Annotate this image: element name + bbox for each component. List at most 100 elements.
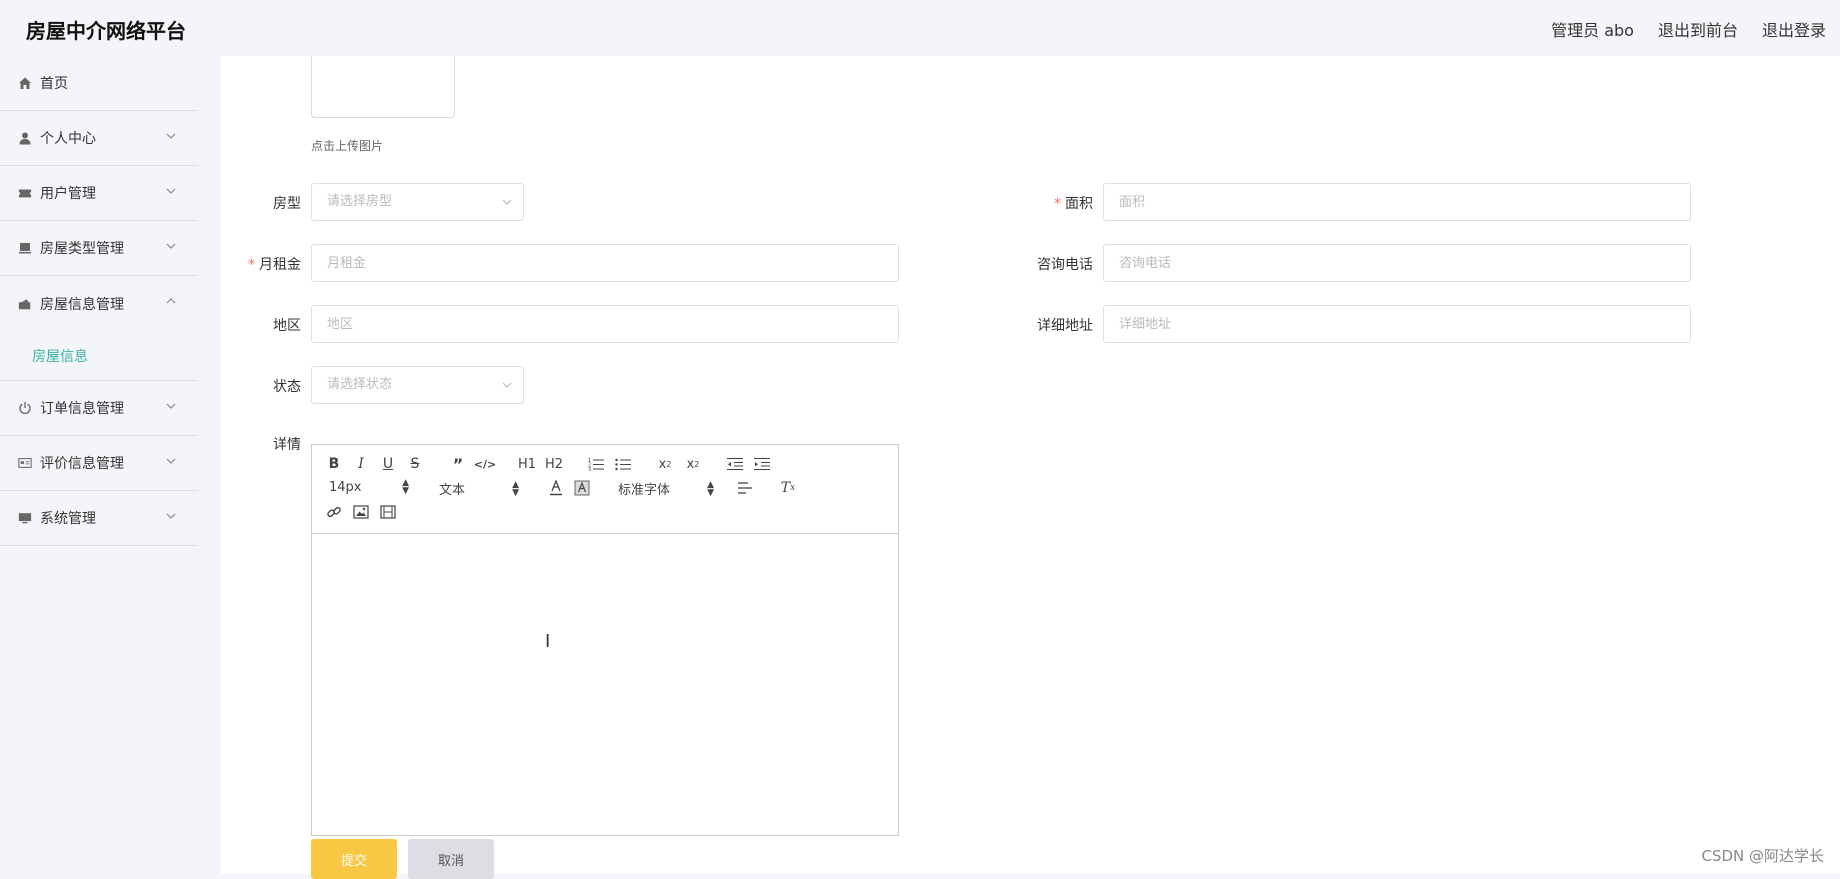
required-mark: * — [248, 257, 255, 273]
chevron-down-icon — [166, 133, 176, 139]
zhuangtai-select[interactable]: 请选择状态 — [311, 366, 524, 404]
video-icon[interactable] — [380, 503, 396, 521]
align-left-icon[interactable] — [737, 479, 753, 497]
header-select-value: 文本 — [439, 483, 466, 498]
huxing-label-text: 房型 — [273, 196, 301, 212]
watermark: CSDN @阿达学长 — [1701, 847, 1824, 865]
svg-text:3: 3 — [588, 467, 591, 471]
diqu-label-text: 地区 — [273, 318, 301, 334]
superscript-icon[interactable]: x2 — [684, 455, 702, 473]
chevron-down-icon — [166, 243, 176, 249]
chevron-down-icon — [166, 458, 176, 464]
huxing-placeholder: 请选择房型 — [327, 194, 393, 209]
sidebar-item-reviews[interactable]: 评价信息管理 — [0, 436, 198, 491]
cancel-button[interactable]: 取消 — [408, 839, 494, 879]
subscript-icon[interactable]: x2 — [656, 455, 674, 473]
font-color-icon[interactable] — [548, 479, 564, 497]
font-size-value: 14px — [329, 479, 362, 495]
mianji-label: * 面积 — [973, 193, 1093, 213]
sidebar-item-orders[interactable]: 订单信息管理 — [0, 381, 198, 436]
dizhi-label-text: 详细地址 — [1037, 318, 1093, 334]
header-select[interactable]: 文本 ▲ ▼ — [439, 479, 519, 498]
sidebar-item-label: 房屋类型管理 — [40, 241, 124, 257]
sidebar-item-label: 评价信息管理 — [40, 456, 124, 472]
code-block-icon[interactable]: </> — [474, 455, 496, 473]
font-size-select[interactable]: 14px ▲ ▼ — [329, 479, 409, 496]
logout-link[interactable]: 退出登录 — [1762, 17, 1826, 41]
sidebar-subitem-house-info[interactable]: 房屋信息 — [0, 331, 198, 381]
exit-to-front-link[interactable]: 退出到前台 — [1658, 17, 1738, 41]
sidebar-item-label: 用户管理 — [40, 186, 96, 202]
chevron-up-icon — [166, 298, 176, 304]
bullet-list-icon[interactable] — [614, 455, 632, 473]
sidebar-item-users[interactable]: 用户管理 — [0, 166, 198, 221]
image-icon[interactable] — [353, 503, 369, 521]
ordered-list-icon[interactable]: 123 — [587, 455, 605, 473]
ticket-icon — [18, 186, 32, 200]
underline-icon[interactable]: U — [380, 455, 396, 473]
editor-content[interactable]: Ι — [312, 534, 898, 835]
chevron-down-icon — [502, 382, 512, 388]
diqu-input[interactable] — [311, 305, 899, 343]
mianji-input[interactable] — [1103, 183, 1691, 221]
updown-icon: ▲ ▼ — [512, 479, 519, 498]
desktop-icon — [18, 511, 32, 525]
wallet-icon — [18, 297, 32, 311]
editor-toolbar: B I U S ” </> H1 H2 123 x2 x2 14px ▲ ▼ 文… — [312, 445, 898, 534]
italic-icon[interactable]: I — [354, 455, 368, 473]
app-title: 房屋中介网络平台 — [26, 19, 186, 43]
clear-format-icon[interactable]: Tx — [779, 479, 797, 497]
huxing-label: 房型 — [181, 193, 301, 213]
sidebar-item-house-type[interactable]: 房屋类型管理 — [0, 221, 198, 276]
chevron-down-icon — [166, 403, 176, 409]
zhuangtai-label: 状态 — [181, 376, 301, 396]
yuezujin-label-text: 月租金 — [259, 257, 301, 273]
yuezujin-label: * 月租金 — [181, 254, 301, 274]
font-family-value: 标准字体 — [618, 483, 671, 498]
yuezujin-input[interactable] — [311, 244, 899, 282]
h2-icon[interactable]: H2 — [545, 455, 563, 473]
outdent-icon[interactable] — [726, 455, 744, 473]
strike-icon[interactable]: S — [407, 455, 423, 473]
sidebar-item-label: 系统管理 — [40, 511, 96, 527]
chevron-down-icon — [166, 188, 176, 194]
text-cursor-icon: Ι — [545, 631, 551, 652]
top-links: 管理员 abo 退出到前台 退出登录 — [1551, 17, 1826, 41]
image-upload-box[interactable] — [311, 56, 455, 118]
rich-text-editor: B I U S ” </> H1 H2 123 x2 x2 14px ▲ ▼ 文… — [311, 444, 899, 836]
user-icon — [18, 131, 32, 145]
dianhua-label-text: 咨询电话 — [1037, 257, 1093, 273]
sidebar-item-house-info[interactable]: 房屋信息管理 — [0, 276, 198, 331]
admin-name: 管理员 abo — [1551, 21, 1634, 40]
sidebar-item-home[interactable]: 首页 — [0, 56, 198, 111]
link-icon[interactable] — [326, 503, 342, 521]
mianji-label-text: 面积 — [1065, 196, 1093, 212]
sidebar-item-system[interactable]: 系统管理 — [0, 491, 198, 546]
indent-icon[interactable] — [753, 455, 771, 473]
dianhua-input[interactable] — [1103, 244, 1691, 282]
home-icon — [18, 76, 32, 90]
font-family-select[interactable]: 标准字体 ▲ ▼ — [618, 479, 714, 498]
bold-icon[interactable]: B — [326, 455, 342, 473]
sidebar-item-label: 个人中心 — [40, 131, 96, 147]
dianhua-label: 咨询电话 — [973, 254, 1093, 274]
sidebar-item-label: 订单信息管理 — [40, 401, 124, 417]
diqu-label: 地区 — [181, 315, 301, 335]
xiangqing-label: 详情 — [181, 434, 301, 454]
chevron-down-icon — [502, 199, 512, 205]
power-icon — [18, 401, 32, 415]
blockquote-icon[interactable]: ” — [450, 455, 466, 474]
h1-icon[interactable]: H1 — [518, 455, 536, 473]
sidebar: 首页 个人中心 用户管理 房屋类型管理 房屋信息管理 房屋信息 订单信息管理 评… — [0, 56, 198, 874]
huxing-select[interactable]: 请选择房型 — [311, 183, 524, 221]
sidebar-item-personal[interactable]: 个人中心 — [0, 111, 198, 166]
dizhi-input[interactable] — [1103, 305, 1691, 343]
zhuangtai-placeholder: 请选择状态 — [327, 377, 393, 392]
required-mark: * — [1054, 196, 1061, 212]
sidebar-item-label: 首页 — [40, 76, 68, 92]
background-color-icon[interactable] — [574, 479, 590, 497]
chevron-down-icon — [166, 513, 176, 519]
submit-button[interactable]: 提交 — [311, 839, 397, 879]
upload-tip: 点击上传图片 — [311, 139, 384, 153]
monitor-icon — [18, 241, 32, 255]
